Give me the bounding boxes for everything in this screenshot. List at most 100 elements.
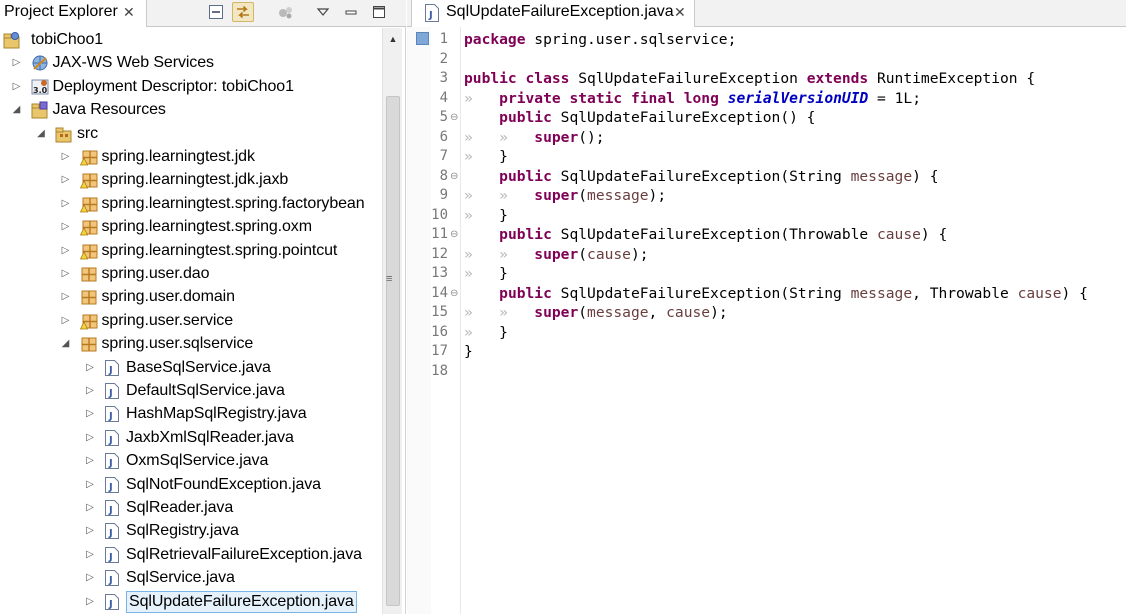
scroll-thumb[interactable] [386, 96, 400, 606]
collapsed-arrow-icon[interactable]: ▷ [85, 525, 95, 537]
collapsed-arrow-icon[interactable]: ▷ [12, 57, 22, 69]
tree-item[interactable]: ▷ spring.user.service [0, 310, 382, 332]
tree-item[interactable]: ▷ JAX-WS Web Services [0, 52, 382, 74]
minimize-icon[interactable] [340, 2, 362, 22]
tree-item[interactable]: ▷ J SqlNotFoundException.java [0, 474, 382, 496]
java-file-icon: J [104, 593, 122, 611]
collapsed-arrow-icon[interactable]: ▷ [85, 549, 95, 561]
tree-item[interactable]: ▷ J SqlUpdateFailureException.java [0, 590, 382, 613]
collapsed-arrow-icon[interactable]: ▷ [85, 479, 95, 491]
tree-item-label: spring.learningtest.spring.factorybean [101, 194, 365, 212]
close-icon[interactable]: ✕ [123, 3, 135, 21]
collapsed-arrow-icon[interactable]: ▷ [61, 151, 71, 163]
tree-item[interactable]: tobiChoo1 [0, 29, 382, 51]
java-file-icon: J [104, 452, 122, 470]
tree-item[interactable]: ▷ spring.learningtest.jdk [0, 146, 382, 168]
tree-item[interactable]: ▷ J DefaultSqlService.java [0, 380, 382, 402]
tree-item[interactable]: ▷ spring.user.domain [0, 286, 382, 308]
collapsed-arrow-icon[interactable]: ▷ [61, 291, 71, 303]
tree-item[interactable]: ▷ spring.learningtest.spring.factorybean [0, 193, 382, 215]
collapsed-arrow-icon[interactable]: ▷ [61, 198, 71, 210]
tree-item[interactable]: ▷ spring.user.dao [0, 263, 382, 285]
parameter-token: cause [876, 226, 921, 243]
collapsed-arrow-icon[interactable]: ▷ [85, 596, 95, 608]
tree-item[interactable]: ▷ J SqlReader.java [0, 497, 382, 519]
whitespace-marker: » [464, 265, 500, 282]
collapsed-arrow-icon[interactable]: ▷ [85, 572, 95, 584]
tree-item[interactable]: ◢ src [0, 123, 382, 145]
tab-sqlupdatefailureexception[interactable]: J SqlUpdateFailureException.java ✕ [411, 0, 695, 27]
link-with-editor-icon[interactable] [232, 2, 254, 22]
package-warning-icon [79, 242, 98, 260]
tree-item[interactable]: ◢ Java Resources [0, 99, 382, 121]
tree-item[interactable]: ▷ J HashMapSqlRegistry.java [0, 403, 382, 425]
fold-toggle-icon[interactable]: ⊖ [450, 167, 460, 187]
code-line: package spring.user.sqlservice; [464, 30, 736, 50]
expanded-arrow-icon[interactable]: ◢ [12, 104, 22, 116]
line-number: 2 [439, 50, 448, 67]
java-file-icon: J [104, 405, 122, 423]
scroll-up-arrow[interactable]: ▲ [383, 32, 403, 46]
fold-toggle-icon[interactable]: ⊖ [450, 108, 460, 128]
fold-toggle-icon[interactable]: ⊖ [450, 225, 460, 245]
collapsed-arrow-icon[interactable]: ▷ [85, 408, 95, 420]
java-file-icon: J [104, 382, 122, 400]
collapsed-arrow-icon[interactable]: ▷ [61, 315, 71, 327]
tree-item[interactable]: ▷ J JaxbXmlSqlReader.java [0, 427, 382, 449]
code-line: } [464, 342, 473, 362]
collapsed-arrow-icon[interactable]: ▷ [85, 362, 95, 374]
collapsed-arrow-icon[interactable]: ▷ [85, 502, 95, 514]
deployment-descriptor-icon: 3.0 [31, 78, 49, 96]
tree-item[interactable]: ▷ J SqlService.java [0, 567, 382, 589]
tree-item-label: BaseSqlService.java [126, 358, 271, 376]
code-area[interactable]: package spring.user.sqlservice; public cl… [464, 27, 1126, 614]
tree-item[interactable]: ▷ J SqlRetrievalFailureException.java [0, 544, 382, 566]
close-icon[interactable]: ✕ [674, 3, 686, 21]
collapsed-arrow-icon[interactable]: ▷ [61, 221, 71, 233]
code-token: (); [578, 128, 605, 146]
svg-text:J: J [108, 528, 113, 539]
collapsed-arrow-icon[interactable]: ▷ [85, 432, 95, 444]
collapsed-arrow-icon[interactable]: ▷ [61, 245, 71, 257]
code-token: spring.user.sqlservice; [525, 31, 737, 48]
filters-icon[interactable] [275, 2, 297, 22]
tree-item[interactable]: ▷ 3.0 Deployment Descriptor: tobiChoo1 [0, 76, 382, 98]
expanded-arrow-icon[interactable]: ◢ [36, 128, 46, 140]
code-token: ( [578, 304, 588, 321]
tree-item[interactable]: ▷ J BaseSqlService.java [0, 357, 382, 379]
code-token: SqlUpdateFailureException [569, 70, 807, 87]
tree-item[interactable]: ▷ spring.learningtest.jdk.jaxb [0, 169, 382, 191]
code-token: SqlUpdateFailureException(String [551, 284, 851, 302]
code-token: SqlUpdateFailureException() { [551, 109, 816, 126]
expanded-arrow-icon[interactable]: ◢ [61, 338, 71, 350]
line-number: 15 [431, 304, 448, 320]
code-token: ); [710, 304, 728, 321]
tree-item[interactable]: ▷ J OxmSqlService.java [0, 450, 382, 472]
tree-item[interactable]: ▷ spring.learningtest.spring.pointcut [0, 240, 382, 262]
project-explorer-tabbar: Project Explorer ✕ [0, 0, 406, 27]
fold-toggle-icon[interactable]: ⊖ [450, 284, 460, 304]
package-warning-icon [79, 195, 98, 213]
view-menu-icon[interactable] [312, 2, 334, 22]
tree-item-label: spring.learningtest.jdk [101, 148, 255, 165]
tree-item-label: spring.user.service [101, 311, 234, 329]
java-file-icon: J [424, 3, 440, 27]
tree-item-label: spring.learningtest.jdk.jaxb [101, 171, 289, 189]
collapsed-arrow-icon[interactable]: ▷ [85, 455, 95, 467]
whitespace-marker: » » [464, 245, 535, 263]
line-number: 13 [431, 265, 448, 281]
tab-project-explorer[interactable]: Project Explorer ✕ [0, 0, 147, 27]
tree-item-label: OxmSqlService.java [126, 452, 269, 470]
tree-item[interactable]: ◢ spring.user.sqlservice [0, 333, 382, 355]
collapsed-arrow-icon[interactable]: ▷ [12, 81, 22, 93]
collapsed-arrow-icon[interactable]: ▷ [85, 385, 95, 397]
collapse-all-icon[interactable] [206, 2, 228, 22]
tree-item[interactable]: ▷ spring.learningtest.spring.oxm [0, 216, 382, 238]
code-token: SqlUpdateFailureException(Throwable [551, 226, 877, 243]
tree-item[interactable]: ▷ J SqlRegistry.java [0, 520, 382, 542]
collapsed-arrow-icon[interactable]: ▷ [61, 174, 71, 186]
tree-scrollbar[interactable]: ▲ ≡ [382, 28, 402, 614]
maximize-icon[interactable] [368, 2, 390, 22]
collapsed-arrow-icon[interactable]: ▷ [61, 268, 71, 280]
